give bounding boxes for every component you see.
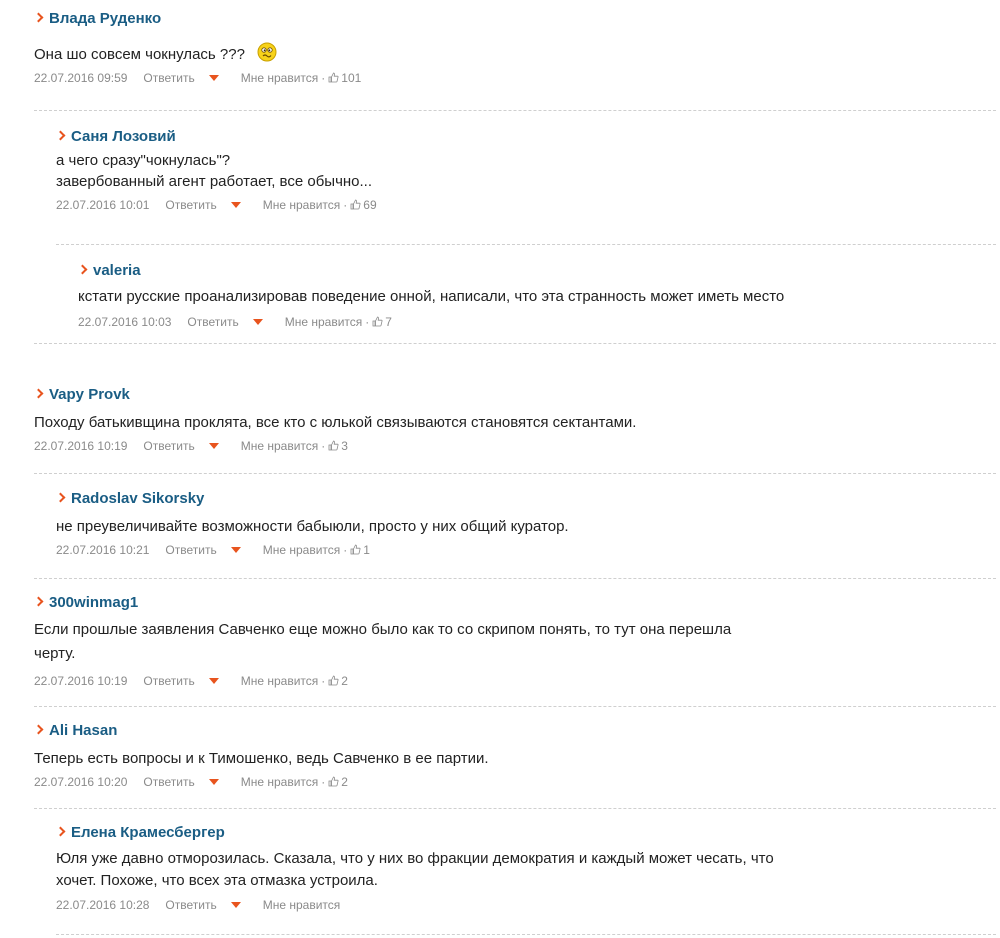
comment-author[interactable]: Ali Hasan bbox=[49, 722, 117, 739]
like-link[interactable]: Мне нравится bbox=[263, 898, 341, 912]
comment-text: не преувеличивайте возможности бабыюли, … bbox=[56, 518, 569, 535]
comment-meta: 22.07.2016 10:19 Ответить Мне нравится · 3 bbox=[34, 437, 1000, 455]
thumbs-up-icon bbox=[328, 675, 339, 686]
divider bbox=[34, 706, 996, 707]
comment-text: Она шо совсем чокнулась ??? bbox=[34, 42, 1000, 65]
reply-link[interactable]: Ответить bbox=[143, 439, 194, 453]
comment-author[interactable]: valeria bbox=[93, 262, 141, 279]
comment-date: 22.07.2016 10:19 bbox=[34, 439, 128, 453]
comment-author[interactable]: Влада Руденко bbox=[49, 10, 161, 27]
dropdown-arrow-icon[interactable] bbox=[208, 779, 219, 785]
chevron-right-icon bbox=[56, 491, 68, 505]
like-link[interactable]: Мне нравится · 101 bbox=[241, 71, 362, 85]
like-count: 101 bbox=[341, 71, 362, 85]
comment-text: кстати русские проанализировав поведение… bbox=[78, 288, 785, 305]
chevron-right-icon bbox=[34, 723, 46, 737]
like-count: 2 bbox=[341, 775, 348, 789]
dropdown-arrow-icon[interactable] bbox=[230, 202, 241, 208]
divider bbox=[34, 110, 996, 111]
thumbs-up-icon bbox=[328, 72, 339, 83]
like-count: 7 bbox=[385, 315, 392, 329]
reply-link[interactable]: Ответить bbox=[187, 315, 238, 329]
comment-meta: 22.07.2016 10:01 Ответить Мне нравится · 6… bbox=[56, 196, 1000, 214]
thumbs-up-icon bbox=[328, 776, 339, 787]
comment: 300winmag1 Если прошлые заявления Савчен… bbox=[34, 592, 1000, 690]
like-link[interactable]: Мне нравится · 1 bbox=[263, 543, 370, 557]
chevron-right-icon bbox=[34, 11, 46, 25]
thumbs-up-icon bbox=[350, 544, 361, 555]
comment-date: 22.07.2016 10:28 bbox=[56, 898, 150, 912]
comment: Саня Лозовий а чего сразу"чокнулась"? за… bbox=[56, 126, 1000, 214]
dropdown-arrow-icon[interactable] bbox=[230, 902, 241, 908]
reply-link[interactable]: Ответить bbox=[143, 775, 194, 789]
comment-text: Если прошлые заявления Савченко еще можн… bbox=[34, 621, 732, 662]
chevron-right-icon bbox=[34, 387, 46, 401]
divider bbox=[56, 934, 996, 935]
like-count: 1 bbox=[363, 543, 370, 557]
comment-date: 22.07.2016 10:21 bbox=[56, 543, 150, 557]
divider bbox=[34, 343, 996, 344]
comment-text: Теперь есть вопросы и к Тимошенко, ведь … bbox=[34, 750, 489, 767]
comment: Radoslav Sikorsky не преувеличивайте воз… bbox=[56, 488, 1000, 559]
comment: Влада Руденко Она шо совсем чокнулась ??… bbox=[34, 8, 1000, 87]
comment: Ali Hasan Теперь есть вопросы и к Тимоше… bbox=[34, 720, 1000, 791]
comment-meta: 22.07.2016 10:03 Ответить Мне нравится · 7 bbox=[78, 313, 1000, 331]
comment-meta: 22.07.2016 09:59 Ответить Мне нравится · 1… bbox=[34, 69, 1000, 87]
comment-meta: 22.07.2016 10:20 Ответить Мне нравится · 2 bbox=[34, 773, 1000, 791]
comment-date: 22.07.2016 10:20 bbox=[34, 775, 128, 789]
comment-date: 22.07.2016 09:59 bbox=[34, 71, 128, 85]
reply-link[interactable]: Ответить bbox=[143, 71, 194, 85]
comment-date: 22.07.2016 10:01 bbox=[56, 198, 150, 212]
confused-smiley-icon bbox=[257, 42, 277, 62]
comment-author[interactable]: Vapy Provk bbox=[49, 386, 130, 403]
like-link[interactable]: Мне нравится · 7 bbox=[285, 315, 392, 329]
chevron-right-icon bbox=[34, 595, 46, 609]
comment-author[interactable]: Саня Лозовий bbox=[71, 128, 176, 145]
comment-author[interactable]: Елена Крамесбергер bbox=[71, 824, 225, 841]
comment-text: Юля уже давно отморозилась. Сказала, что… bbox=[56, 850, 774, 889]
divider bbox=[56, 244, 996, 245]
comment: Елена Крамесбергер Юля уже давно отмороз… bbox=[56, 822, 1000, 914]
divider bbox=[34, 808, 996, 809]
dropdown-arrow-icon[interactable] bbox=[208, 75, 219, 81]
reply-link[interactable]: Ответить bbox=[165, 898, 216, 912]
thumbs-up-icon bbox=[350, 199, 361, 210]
like-link[interactable]: Мне нравится · 69 bbox=[263, 198, 377, 212]
thumbs-up-icon bbox=[372, 316, 383, 327]
dropdown-arrow-icon[interactable] bbox=[252, 319, 263, 325]
chevron-right-icon bbox=[56, 825, 68, 839]
comment-date: 22.07.2016 10:19 bbox=[34, 674, 128, 688]
dropdown-arrow-icon[interactable] bbox=[208, 678, 219, 684]
like-count: 2 bbox=[341, 674, 348, 688]
divider bbox=[34, 578, 996, 579]
dropdown-arrow-icon[interactable] bbox=[230, 547, 241, 553]
chevron-right-icon bbox=[78, 263, 90, 277]
like-count: 69 bbox=[363, 198, 377, 212]
comment: valeria кстати русские проанализировав п… bbox=[78, 260, 1000, 331]
thumbs-up-icon bbox=[328, 440, 339, 451]
comment-text: Походу батькивщина проклята, все кто с ю… bbox=[34, 414, 637, 431]
like-link[interactable]: Мне нравится · 2 bbox=[241, 775, 348, 789]
comment-meta: 22.07.2016 10:19 Ответить Мне нравится · 2 bbox=[34, 672, 1000, 690]
reply-link[interactable]: Ответить bbox=[165, 198, 216, 212]
comment: Vapy Provk Походу батькивщина проклята, … bbox=[34, 384, 1000, 455]
like-count: 3 bbox=[341, 439, 348, 453]
comment-author[interactable]: 300winmag1 bbox=[49, 594, 138, 611]
reply-link[interactable]: Ответить bbox=[165, 543, 216, 557]
comment-meta: 22.07.2016 10:21 Ответить Мне нравится · 1 bbox=[56, 541, 1000, 559]
comment-author[interactable]: Radoslav Sikorsky bbox=[71, 490, 204, 507]
chevron-right-icon bbox=[56, 129, 68, 143]
divider bbox=[34, 473, 996, 474]
like-link[interactable]: Мне нравится · 2 bbox=[241, 674, 348, 688]
dropdown-arrow-icon[interactable] bbox=[208, 443, 219, 449]
reply-link[interactable]: Ответить bbox=[143, 674, 194, 688]
like-link[interactable]: Мне нравится · 3 bbox=[241, 439, 348, 453]
comment-date: 22.07.2016 10:03 bbox=[78, 315, 172, 329]
comment-text: а чего сразу"чокнулась"? завербованный а… bbox=[56, 152, 373, 190]
comment-meta: 22.07.2016 10:28 Ответить Мне нравится bbox=[56, 896, 1000, 914]
